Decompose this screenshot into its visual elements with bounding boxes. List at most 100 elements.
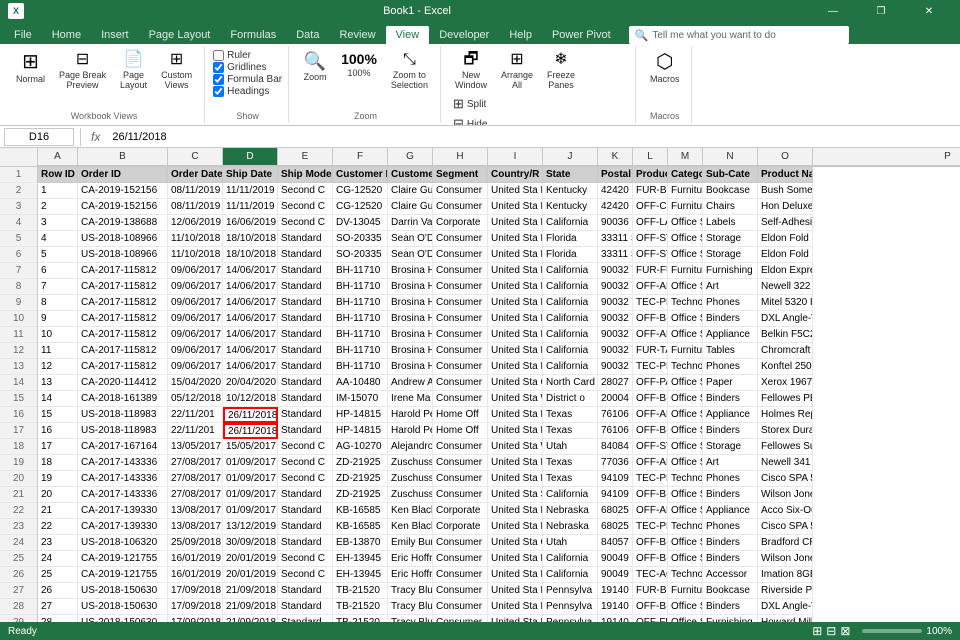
new-window-button[interactable]: 🗗 NewWindow [449, 50, 493, 92]
tab-help[interactable]: Help [499, 26, 542, 44]
cell-4-3[interactable]: 16/06/2019 [223, 215, 278, 231]
cell-29-0[interactable]: 28 [38, 615, 78, 622]
cell-12-7[interactable]: Consumer [433, 343, 488, 359]
cell-7-10[interactable]: 90032 West [598, 263, 633, 279]
close-button[interactable]: ✕ [906, 0, 952, 22]
cell-21-10[interactable]: 94109 West [598, 487, 633, 503]
header-cell-10[interactable]: Postal Co Region [598, 167, 633, 183]
cell-19-2[interactable]: 27/08/2017 [168, 455, 223, 471]
cell-19-9[interactable]: Texas [543, 455, 598, 471]
cell-17-10[interactable]: 76106 Central [598, 423, 633, 439]
cell-11-10[interactable]: 90032 West [598, 327, 633, 343]
cell-26-11[interactable]: TEC-AC-1 [633, 567, 668, 583]
tab-developer[interactable]: Developer [429, 26, 499, 44]
cell-8-2[interactable]: 09/06/2017 [168, 279, 223, 295]
cell-29-2[interactable]: 17/09/2018 [168, 615, 223, 622]
cell-23-11[interactable]: TEC-PH-1 [633, 519, 668, 535]
cell-25-4[interactable]: Second C [278, 551, 333, 567]
header-cell-9[interactable]: State [543, 167, 598, 183]
cell-18-2[interactable]: 13/05/2017 [168, 439, 223, 455]
cell-3-3[interactable]: 11/11/2019 [223, 199, 278, 215]
cell-26-14[interactable]: Imation 8GB Mini TravelDrive USB 2.0 Fla… [758, 567, 813, 583]
cell-8-12[interactable]: Office Sup [668, 279, 703, 295]
header-cell-12[interactable]: Category [668, 167, 703, 183]
cell-8-8[interactable]: United Sta Los Angel [488, 279, 543, 295]
cell-29-8[interactable]: United Sta Philadelp [488, 615, 543, 622]
cell-26-1[interactable]: CA-2019-121755 [78, 567, 168, 583]
cell-3-5[interactable]: CG-12520 [333, 199, 388, 215]
cell-25-0[interactable]: 24 [38, 551, 78, 567]
cell-18-14[interactable]: Fellowes Super Stor/Drawer [758, 439, 813, 455]
cell-25-9[interactable]: California [543, 551, 598, 567]
cell-19-13[interactable]: Art [703, 455, 758, 471]
cell-9-1[interactable]: CA-2017-115812 [78, 295, 168, 311]
cell-28-11[interactable]: OFF-BI-1 [633, 599, 668, 615]
cell-6-6[interactable]: Sean O'D [388, 247, 433, 263]
tab-file[interactable]: File [4, 26, 42, 44]
normal-view-button[interactable]: ⊞ Normal [10, 50, 51, 86]
cell-28-9[interactable]: Pennsylva [543, 599, 598, 615]
cell-19-10[interactable]: 77036 Central [598, 455, 633, 471]
col-header-E[interactable]: E [278, 148, 333, 166]
cell-9-8[interactable]: United Sta Los Angel [488, 295, 543, 311]
freeze-panes-button[interactable]: ❄ FreezePanes [541, 50, 581, 92]
cell-16-11[interactable]: OFF-AP-1 [633, 407, 668, 423]
cell-22-10[interactable]: 68025 Central [598, 503, 633, 519]
zoom-slider[interactable] [862, 629, 922, 633]
cell-20-3[interactable]: 01/09/2017 [223, 471, 278, 487]
cell-22-12[interactable]: Office Sup [668, 503, 703, 519]
cell-15-12[interactable]: Office Sup [668, 391, 703, 407]
header-cell-1[interactable]: Order ID [78, 167, 168, 183]
cell-21-7[interactable]: Consumer [433, 487, 488, 503]
tab-power-pivot[interactable]: Power Pivot [542, 26, 621, 44]
cell-15-6[interactable]: Irene Ma [388, 391, 433, 407]
cell-19-5[interactable]: ZD-21925 [333, 455, 388, 471]
cell-10-14[interactable]: DXL Angle-View Binders with Locking Ring… [758, 311, 813, 327]
page-break-button[interactable]: ⊟ Page BreakPreview [53, 50, 112, 92]
cell-6-10[interactable]: 33311 South [598, 247, 633, 263]
cell-18-1[interactable]: CA-2017-167164 [78, 439, 168, 455]
cell-26-2[interactable]: 16/01/2019 [168, 567, 223, 583]
cell-22-7[interactable]: Corporate [433, 503, 488, 519]
cell-11-2[interactable]: 09/06/2017 [168, 327, 223, 343]
cell-9-0[interactable]: 8 [38, 295, 78, 311]
cell-5-5[interactable]: SO-20335 [333, 231, 388, 247]
header-cell-3[interactable]: Ship Date [223, 167, 278, 183]
cell-23-4[interactable]: Standard [278, 519, 333, 535]
cell-26-3[interactable]: 20/01/2019 [223, 567, 278, 583]
cell-19-0[interactable]: 18 [38, 455, 78, 471]
cell-4-1[interactable]: CA-2019-138688 [78, 215, 168, 231]
cell-11-11[interactable]: OFF-AP-1 [633, 327, 668, 343]
cell-4-2[interactable]: 12/06/2019 [168, 215, 223, 231]
cell-19-1[interactable]: CA-2017-143336 [78, 455, 168, 471]
tab-home[interactable]: Home [42, 26, 91, 44]
cell-24-6[interactable]: Emily Bur [388, 535, 433, 551]
cell-2-1[interactable]: CA-2019-152156 [78, 183, 168, 199]
minimize-button[interactable]: — [810, 0, 856, 22]
header-cell-4[interactable]: Ship Mode [278, 167, 333, 183]
cell-14-5[interactable]: AA-10480 [333, 375, 388, 391]
cell-22-13[interactable]: Appliance [703, 503, 758, 519]
cell-28-2[interactable]: 17/09/2018 [168, 599, 223, 615]
cell-19-14[interactable]: Newell 341 [758, 455, 813, 471]
cell-6-5[interactable]: SO-20335 [333, 247, 388, 263]
cell-24-0[interactable]: 23 [38, 535, 78, 551]
cell-9-6[interactable]: Brosina H [388, 295, 433, 311]
cell-17-0[interactable]: 16 [38, 423, 78, 439]
cell-6-11[interactable]: OFF-ST-1 [633, 247, 668, 263]
cell-28-7[interactable]: Consumer [433, 599, 488, 615]
cell-9-7[interactable]: Consumer [433, 295, 488, 311]
cell-21-11[interactable]: OFF-BI-1 [633, 487, 668, 503]
tab-data[interactable]: Data [286, 26, 329, 44]
cell-12-0[interactable]: 11 [38, 343, 78, 359]
cell-10-10[interactable]: 90032 West [598, 311, 633, 327]
cell-5-14[interactable]: Eldon Fold 'N Roll Cart System [758, 231, 813, 247]
cell-28-13[interactable]: Binders [703, 599, 758, 615]
cell-23-12[interactable]: Technolo [668, 519, 703, 535]
col-header-H[interactable]: H [433, 148, 488, 166]
macros-button[interactable]: ⬡ Macros [644, 50, 686, 86]
cell-12-12[interactable]: Furniture [668, 343, 703, 359]
cell-8-9[interactable]: California [543, 279, 598, 295]
cell-16-0[interactable]: 15 [38, 407, 78, 423]
cell-20-7[interactable]: Consumer [433, 471, 488, 487]
